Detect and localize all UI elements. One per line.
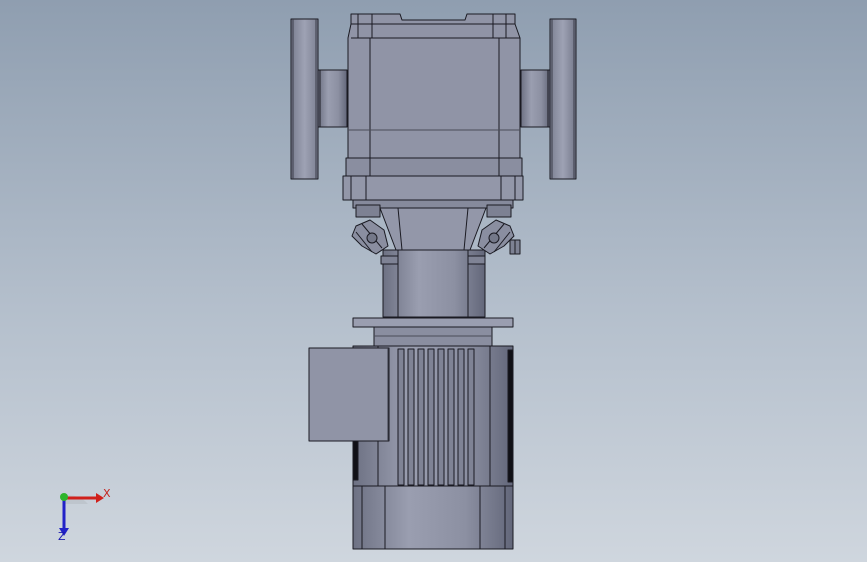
right-flange bbox=[520, 18, 577, 180]
gear-motor-model[interactable] bbox=[0, 0, 867, 562]
motor-flange-plate bbox=[352, 317, 514, 347]
z-axis-label: Z bbox=[58, 530, 66, 543]
adapter-neck bbox=[379, 207, 487, 318]
y-axis-dot bbox=[60, 493, 68, 501]
graphics-viewport[interactable]: X Z bbox=[0, 0, 867, 562]
fan-cover bbox=[352, 485, 514, 550]
left-flange bbox=[290, 18, 348, 180]
terminal-box bbox=[308, 347, 390, 442]
orientation-triad: X Z bbox=[44, 478, 124, 548]
x-axis-label: X bbox=[103, 487, 111, 500]
gearbox-housing bbox=[342, 13, 524, 209]
